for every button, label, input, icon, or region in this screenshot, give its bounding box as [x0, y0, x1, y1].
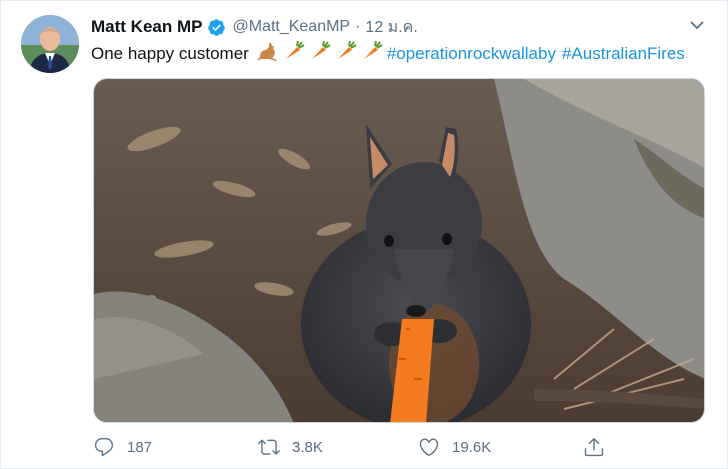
- retweet-icon: [258, 439, 280, 455]
- author-handle[interactable]: @Matt_KeanMP: [232, 18, 350, 36]
- hashtag-link[interactable]: #AustralianFires: [562, 44, 685, 64]
- reply-button[interactable]: 187: [93, 433, 152, 461]
- chevron-down-icon[interactable]: [689, 17, 705, 33]
- hashtag-link[interactable]: #operationrockwallaby: [387, 44, 556, 64]
- carrot-icon: [335, 40, 357, 66]
- kangaroo-icon: [257, 41, 279, 66]
- tweet-header: Matt Kean MP @Matt_KeanMP · 12 ม.ค.: [91, 15, 418, 39]
- carrot-icon: [309, 40, 331, 66]
- reply-icon: [94, 438, 114, 457]
- carrot-icon: [361, 40, 383, 66]
- tweet-actions: 187 3.8K 19.6K: [93, 433, 613, 461]
- tweet-body-text: One happy customer: [91, 43, 249, 63]
- share-icon: [584, 438, 604, 457]
- tweet-media-image[interactable]: [93, 78, 705, 423]
- like-icon: [419, 438, 439, 456]
- author-name[interactable]: Matt Kean MP: [91, 17, 202, 37]
- tweet-text: One happy customer #operationrockwallaby…: [91, 40, 685, 66]
- separator-dot: ·: [355, 18, 361, 35]
- carrot-icon: [283, 40, 305, 66]
- avatar[interactable]: [21, 15, 79, 73]
- share-button[interactable]: [583, 433, 617, 461]
- tweet-card: Matt Kean MP @Matt_KeanMP · 12 ม.ค. One …: [0, 0, 728, 469]
- reply-count: 187: [127, 438, 153, 456]
- tweet-timestamp[interactable]: 12 ม.ค.: [365, 15, 417, 40]
- retweet-count: 3.8K: [292, 438, 323, 456]
- retweet-button[interactable]: 3.8K: [258, 433, 323, 461]
- verified-badge-icon: [207, 18, 226, 37]
- like-count: 19.6K: [452, 438, 492, 456]
- like-button[interactable]: 19.6K: [418, 433, 491, 461]
